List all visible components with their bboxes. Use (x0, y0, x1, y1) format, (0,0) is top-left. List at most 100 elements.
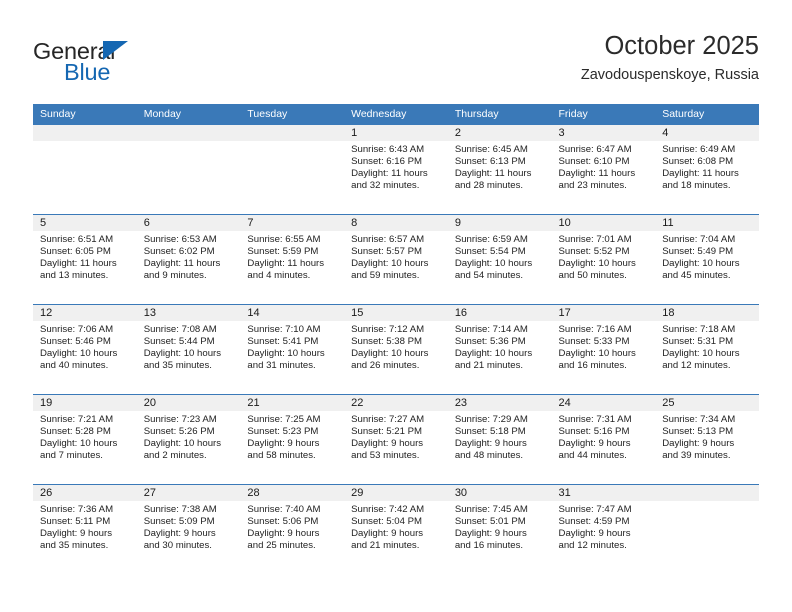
day-number (655, 485, 759, 501)
sunrise-line: Sunrise: 7:12 AM (351, 324, 425, 335)
sunrise-line: Sunrise: 7:40 AM (247, 504, 321, 515)
daylight-line: and 35 minutes. (143, 359, 212, 371)
daylight-line: Daylight: 10 hours (351, 347, 429, 359)
sunset-line: Sunset: 6:10 PM (558, 155, 630, 167)
calendar-day-cell[interactable]: 20 Sunrise: 7:23 AM Sunset: 5:26 PM Dayligh… (136, 394, 241, 485)
calendar-day-cell[interactable]: 7 Sunrise: 6:55 AM Sunset: 5:59 PM Daylight… (240, 214, 345, 305)
calendar-day-cell[interactable]: 30 Sunrise: 7:45 AM Sunset: 5:01 PM Dayligh… (447, 484, 552, 575)
daylight-line: Daylight: 10 hours (454, 257, 533, 269)
day-number: 22 (344, 395, 448, 411)
calendar-day-cell[interactable]: 15 Sunrise: 7:12 AM Sunset: 5:38 PM Dayligh… (344, 304, 448, 395)
day-details: Sunrise: 7:31 AM Sunset: 5:16 PM Daylight:… (552, 411, 656, 462)
sunrise-line: Sunrise: 6:55 AM (247, 234, 321, 245)
calendar-day-cell[interactable]: 28 Sunrise: 7:40 AM Sunset: 5:06 PM Dayligh… (240, 484, 345, 575)
sunrise-line: Sunrise: 7:08 AM (143, 324, 217, 335)
calendar-day-cell[interactable]: 1 Sunrise: 6:43 AM Sunset: 6:16 PM Daylight… (344, 124, 448, 215)
calendar-day-cell[interactable]: 3 Sunrise: 6:47 AM Sunset: 6:10 PM Daylight… (551, 124, 656, 215)
calendar-day-cell[interactable]: 25 Sunrise: 7:34 AM Sunset: 5:13 PM Dayligh… (655, 394, 759, 485)
sunrise-line: Sunrise: 6:57 AM (351, 234, 425, 245)
calendar-day-cell[interactable]: 29 Sunrise: 7:42 AM Sunset: 5:04 PM Dayligh… (344, 484, 448, 575)
day-details: Sunrise: 7:40 AM Sunset: 5:06 PM Daylight:… (240, 501, 344, 552)
sunrise-line: Sunrise: 7:04 AM (662, 234, 736, 245)
calendar-day-cell[interactable]: 8 Sunrise: 6:57 AM Sunset: 5:57 PM Daylight… (344, 214, 448, 305)
sunrise-line: Sunrise: 7:38 AM (143, 504, 217, 515)
sunset-line: Sunset: 5:54 PM (454, 245, 526, 257)
day-details: Sunrise: 6:59 AM Sunset: 5:54 PM Daylight:… (448, 231, 552, 282)
daylight-line: and 21 minutes. (454, 359, 524, 371)
day-details: Sunrise: 6:43 AM Sunset: 6:16 PM Daylight:… (344, 141, 448, 192)
sunset-line: Sunset: 4:59 PM (558, 515, 630, 527)
sunset-line: Sunset: 5:38 PM (351, 335, 423, 347)
weekday-header-monday: Monday (136, 104, 241, 125)
calendar-day-cell[interactable]: 21 Sunrise: 7:25 AM Sunset: 5:23 PM Dayligh… (240, 394, 345, 485)
calendar-day-cell[interactable]: 13 Sunrise: 7:08 AM Sunset: 5:44 PM Dayligh… (136, 304, 241, 395)
sunrise-line: Sunrise: 6:45 AM (454, 144, 528, 155)
sunset-line: Sunset: 5:01 PM (454, 515, 526, 527)
daylight-line: and 7 minutes. (40, 449, 103, 461)
calendar-day-cell-empty (655, 484, 759, 575)
day-details: Sunrise: 7:10 AM Sunset: 5:41 PM Daylight:… (240, 321, 344, 372)
calendar-day-cell[interactable]: 26 Sunrise: 7:36 AM Sunset: 5:11 PM Dayligh… (33, 484, 137, 575)
calendar-day-cell[interactable]: 12 Sunrise: 7:06 AM Sunset: 5:46 PM Dayligh… (33, 304, 137, 395)
day-number: 23 (447, 395, 552, 411)
calendar-day-cell[interactable]: 19 Sunrise: 7:21 AM Sunset: 5:28 PM Dayligh… (33, 394, 137, 485)
daylight-line: Daylight: 10 hours (662, 347, 740, 359)
page-header: General Blue October 2025 Zavodouspensko… (33, 30, 759, 96)
calendar-day-cell[interactable]: 11 Sunrise: 7:04 AM Sunset: 5:49 PM Dayligh… (655, 214, 759, 305)
day-number: 28 (240, 485, 345, 501)
day-number: 3 (551, 125, 656, 141)
calendar-day-cell[interactable]: 9 Sunrise: 6:59 AM Sunset: 5:54 PM Daylight… (447, 214, 552, 305)
calendar-day-cell[interactable]: 22 Sunrise: 7:27 AM Sunset: 5:21 PM Dayligh… (344, 394, 448, 485)
calendar-day-cell[interactable]: 24 Sunrise: 7:31 AM Sunset: 5:16 PM Dayligh… (551, 394, 656, 485)
day-details: Sunrise: 7:38 AM Sunset: 5:09 PM Daylight:… (137, 501, 241, 552)
day-details: Sunrise: 7:47 AM Sunset: 4:59 PM Daylight:… (552, 501, 656, 552)
calendar-day-cell[interactable]: 5 Sunrise: 6:51 AM Sunset: 6:05 PM Daylight… (33, 214, 137, 305)
logo-triangle-icon (103, 41, 128, 60)
daylight-line: Daylight: 9 hours (454, 527, 527, 539)
daylight-line: and 16 minutes. (454, 539, 524, 551)
calendar-day-cell[interactable]: 16 Sunrise: 7:14 AM Sunset: 5:36 PM Dayligh… (447, 304, 552, 395)
calendar-week-row: 12 Sunrise: 7:06 AM Sunset: 5:46 PM Dayligh… (33, 304, 759, 395)
day-details: Sunrise: 7:04 AM Sunset: 5:49 PM Daylight:… (655, 231, 759, 282)
day-number: 8 (344, 215, 448, 231)
daylight-line: and 28 minutes. (454, 179, 524, 191)
calendar-day-cell[interactable]: 17 Sunrise: 7:16 AM Sunset: 5:33 PM Dayligh… (551, 304, 656, 395)
day-number: 5 (33, 215, 137, 231)
calendar-day-cell[interactable]: 14 Sunrise: 7:10 AM Sunset: 5:41 PM Dayligh… (240, 304, 345, 395)
calendar-day-cell[interactable]: 23 Sunrise: 7:29 AM Sunset: 5:18 PM Dayligh… (447, 394, 552, 485)
sunrise-line: Sunrise: 6:59 AM (454, 234, 528, 245)
calendar-day-cell[interactable]: 4 Sunrise: 6:49 AM Sunset: 6:08 PM Daylight… (655, 124, 759, 215)
daylight-line: and 40 minutes. (40, 359, 109, 371)
calendar-day-cell[interactable]: 31 Sunrise: 7:47 AM Sunset: 4:59 PM Dayligh… (551, 484, 656, 575)
daylight-line: and 12 minutes. (662, 359, 731, 371)
calendar-day-cell[interactable]: 6 Sunrise: 6:53 AM Sunset: 6:02 PM Daylight… (136, 214, 241, 305)
daylight-line: Daylight: 9 hours (143, 527, 216, 539)
daylight-line: Daylight: 11 hours (40, 257, 117, 269)
daylight-line: and 39 minutes. (662, 449, 731, 461)
day-number: 19 (33, 395, 137, 411)
daylight-line: Daylight: 10 hours (40, 347, 118, 359)
calendar-day-cell[interactable]: 18 Sunrise: 7:18 AM Sunset: 5:31 PM Dayligh… (655, 304, 759, 395)
sunset-line: Sunset: 5:31 PM (662, 335, 734, 347)
sunrise-line: Sunrise: 7:45 AM (454, 504, 528, 515)
sunrise-line: Sunrise: 7:31 AM (558, 414, 632, 425)
calendar-day-cell-empty (136, 124, 241, 215)
day-number: 13 (136, 305, 241, 321)
sunset-line: Sunset: 5:23 PM (247, 425, 319, 437)
calendar-header-row: Sunday Monday Tuesday Wednesday Thursday… (33, 104, 759, 125)
day-details: Sunrise: 6:57 AM Sunset: 5:57 PM Daylight:… (344, 231, 448, 282)
calendar-week-row: 1 Sunrise: 6:43 AM Sunset: 6:16 PM Daylight… (33, 124, 759, 215)
daylight-line: and 26 minutes. (351, 359, 420, 371)
sunrise-line: Sunrise: 7:42 AM (351, 504, 425, 515)
day-details: Sunrise: 6:45 AM Sunset: 6:13 PM Daylight:… (448, 141, 552, 192)
calendar-day-cell[interactable]: 2 Sunrise: 6:45 AM Sunset: 6:13 PM Daylight… (447, 124, 552, 215)
calendar-day-cell[interactable]: 27 Sunrise: 7:38 AM Sunset: 5:09 PM Dayligh… (136, 484, 241, 575)
day-details: Sunrise: 7:42 AM Sunset: 5:04 PM Daylight:… (344, 501, 448, 552)
sunset-line: Sunset: 5:04 PM (351, 515, 423, 527)
calendar-body: 1 Sunrise: 6:43 AM Sunset: 6:16 PM Daylight… (33, 124, 759, 575)
calendar-day-cell[interactable]: 10 Sunrise: 7:01 AM Sunset: 5:52 PM Dayligh… (551, 214, 656, 305)
page-title: October 2025 (604, 32, 759, 60)
general-blue-logo[interactable]: General Blue (33, 38, 233, 94)
sunset-line: Sunset: 5:26 PM (143, 425, 215, 437)
logo-text-blue: Blue (64, 59, 111, 85)
